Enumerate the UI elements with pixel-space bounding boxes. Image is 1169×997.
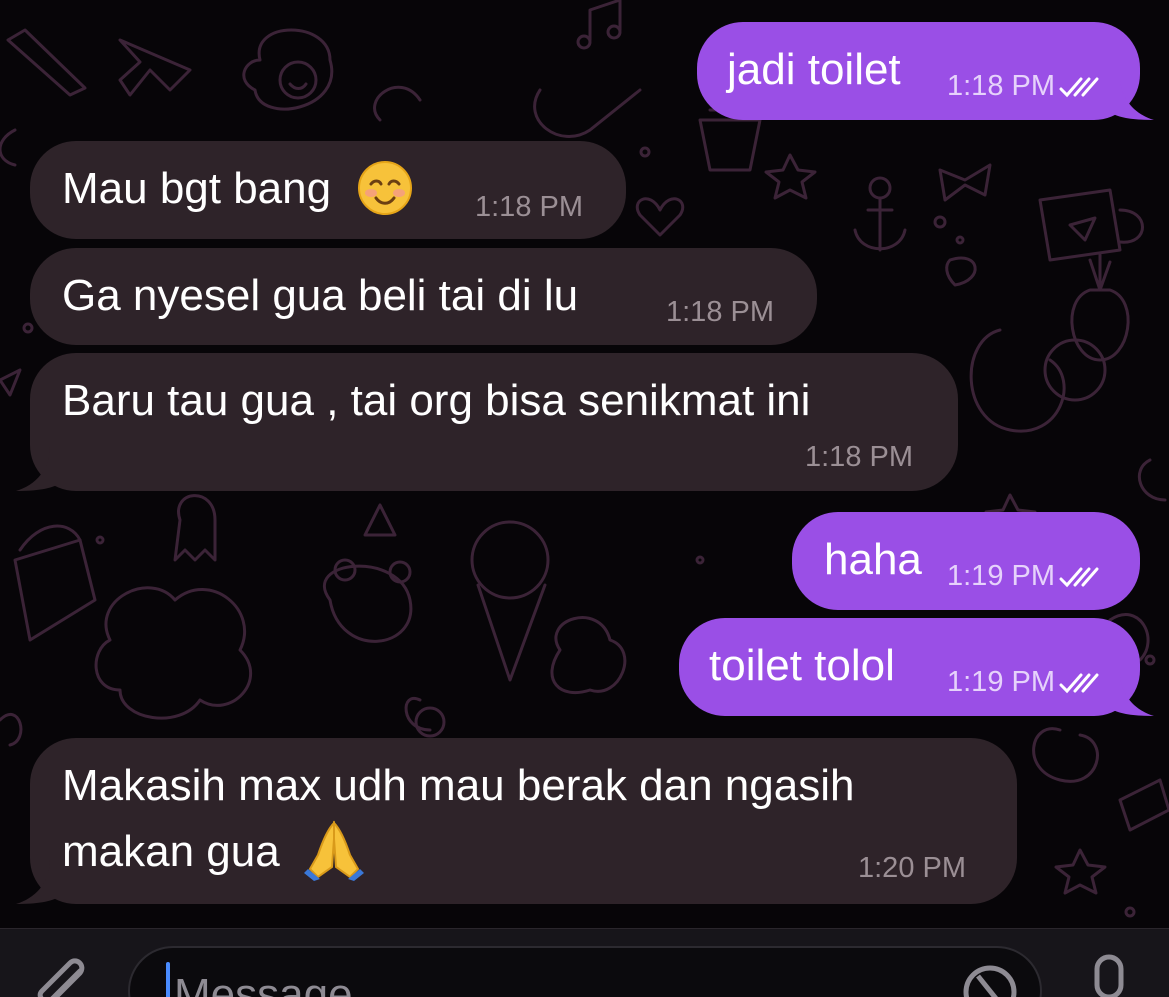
message-bubble-incoming[interactable]: Makasih max udh mau berak dan ngasih mak… bbox=[16, 738, 1017, 904]
message-text-content: Mau bgt bang bbox=[62, 164, 332, 213]
message-time: 1:19 PM bbox=[947, 666, 1055, 698]
double-check-icon bbox=[1059, 77, 1099, 97]
message-text: Mau bgt bang bbox=[62, 159, 413, 219]
message-meta: 1:19 PM bbox=[947, 560, 1103, 593]
chat-screen: jadi toilet 1:18 PM Mau bgt bang 1:18 PM… bbox=[0, 0, 1169, 997]
message-bubble-outgoing[interactable]: jadi toilet 1:18 PM bbox=[697, 22, 1154, 120]
message-bubble-incoming[interactable]: Mau bgt bang 1:18 PM bbox=[30, 141, 626, 239]
message-time: 1:19 PM bbox=[947, 560, 1055, 592]
message-meta: 1:18 PM bbox=[947, 70, 1103, 103]
message-text: Baru tau gua , tai org bisa senikmat ini bbox=[62, 376, 811, 425]
sticker-icon[interactable] bbox=[960, 962, 1020, 997]
message-text: haha bbox=[824, 535, 922, 584]
folded-hands-emoji bbox=[303, 820, 364, 882]
microphone-icon[interactable] bbox=[1084, 951, 1134, 997]
message-time: 1:18 PM bbox=[805, 441, 913, 473]
message-text: toilet tolol bbox=[709, 641, 895, 690]
bubble-tail bbox=[1110, 76, 1154, 120]
message-time: 1:18 PM bbox=[475, 191, 583, 223]
message-time: 1:20 PM bbox=[858, 852, 966, 884]
message-bubble-outgoing[interactable]: toilet tolol 1:19 PM bbox=[679, 618, 1154, 716]
smiling-face-emoji bbox=[358, 161, 413, 216]
message-meta: 1:19 PM bbox=[947, 666, 1103, 699]
message-bubble-incoming[interactable]: Ga nyesel gua beli tai di lu 1:18 PM bbox=[30, 248, 817, 345]
message-placeholder: Message bbox=[174, 970, 353, 997]
message-bubble-outgoing[interactable]: haha 1:19 PM bbox=[792, 512, 1140, 610]
message-text: Ga nyesel gua beli tai di lu bbox=[62, 271, 579, 320]
bubble-tail bbox=[16, 447, 60, 491]
message-text: jadi toilet bbox=[727, 45, 901, 94]
message-text-line-2: makan gua bbox=[62, 820, 364, 882]
text-caret bbox=[166, 962, 170, 997]
message-input[interactable]: Message bbox=[128, 946, 1042, 997]
paperclip-icon[interactable] bbox=[30, 951, 100, 997]
double-check-icon bbox=[1059, 673, 1099, 693]
message-text-line-1: Makasih max udh mau berak dan ngasih bbox=[62, 761, 855, 810]
message-composer: Message bbox=[0, 928, 1169, 997]
message-time: 1:18 PM bbox=[666, 296, 774, 328]
bubble-tail bbox=[1110, 672, 1154, 716]
message-bubble-incoming[interactable]: Baru tau gua , tai org bisa senikmat ini… bbox=[16, 353, 958, 491]
bubble-tail bbox=[16, 860, 60, 904]
message-time: 1:18 PM bbox=[947, 70, 1055, 102]
double-check-icon bbox=[1059, 567, 1099, 587]
message-text-content: makan gua bbox=[62, 827, 280, 876]
